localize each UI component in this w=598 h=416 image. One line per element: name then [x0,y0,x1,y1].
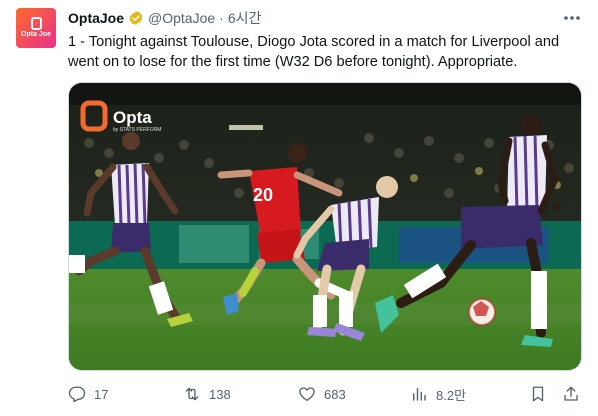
reply-count: 17 [94,386,109,402]
watermark-brand: Opta [113,108,152,127]
reply-icon [68,386,86,403]
handle[interactable]: @OptaJoe [148,10,215,26]
separator-dot: · [219,10,224,26]
retweet-button[interactable]: 138 [183,385,231,403]
heart-icon [299,387,315,402]
tweet-text: 1 - Tonight against Toulouse, Diogo Jota… [68,34,560,70]
jersey-number: 20 [253,185,273,205]
football [468,298,496,326]
display-name[interactable]: OptaJoe [68,10,124,26]
timestamp[interactable]: 6시간 [228,8,262,28]
views-button[interactable]: 8.2만 [410,385,466,404]
view-count: 8.2만 [436,387,467,403]
more-options-icon[interactable] [562,10,582,26]
bookmark-icon [532,386,544,402]
tweet-header: OptaJoe @OptaJoe · 6시간 [68,9,261,27]
like-count: 683 [324,386,346,402]
reply-button[interactable]: 17 [68,385,108,403]
retweet-count: 138 [209,386,231,402]
analytics-icon [413,388,426,401]
watermark-sub: by STATS PERFORM [113,127,161,133]
verified-badge-icon[interactable] [128,10,144,26]
retweet-icon [185,387,199,401]
avatar[interactable]: Opta Joe [16,8,56,48]
bookmark-button[interactable] [529,385,547,403]
avatar-logo-text: Opta Joe [21,31,51,38]
tweet-photo[interactable]: Opta by STATS PERFORM 20 [68,82,582,371]
opta-logo-icon [30,17,42,30]
share-icon [564,386,578,401]
share-button[interactable] [562,385,580,403]
tweet-actions: 17 138 683 8.2만 [68,384,584,404]
like-button[interactable]: 683 [298,385,346,403]
